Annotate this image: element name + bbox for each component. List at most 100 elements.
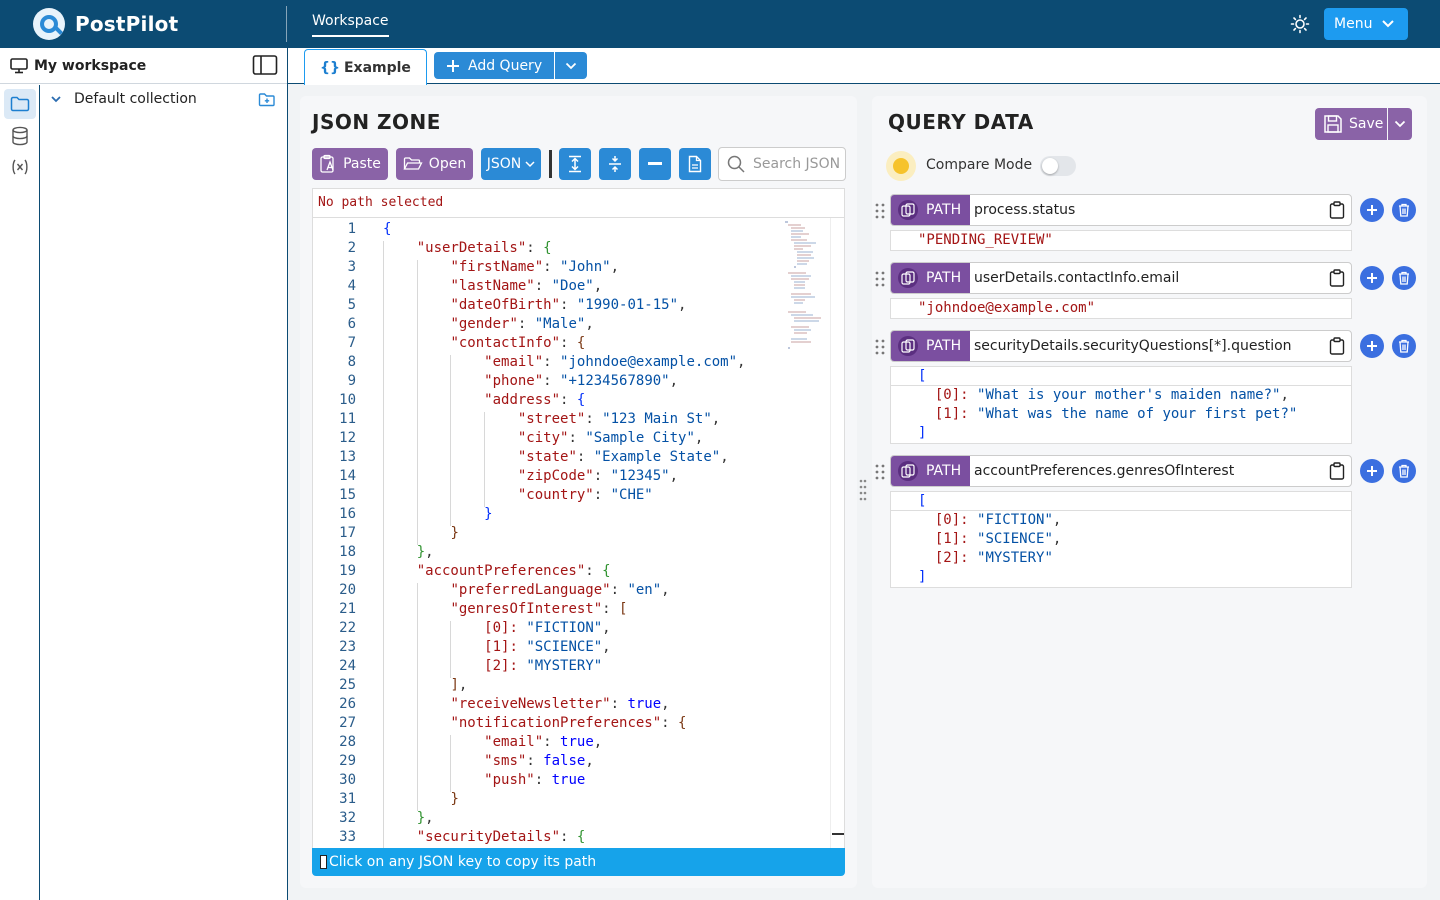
json-key[interactable]: "dateOfBirth" [450,297,560,313]
json-key[interactable]: "accountPreferences" [417,563,586,579]
json-key[interactable]: "preferredLanguage" [450,582,610,598]
json-key[interactable]: "contactInfo" [450,335,560,351]
json-key[interactable]: "lastName" [450,278,534,294]
json-key[interactable]: "city" [518,430,569,446]
json-search-input[interactable]: Search JSON [718,147,846,181]
clipboard-icon[interactable] [1329,201,1345,219]
path-tag[interactable]: PATH [891,195,970,225]
query-path-input[interactable]: accountPreferences.genresOfInterest [974,463,1234,479]
add-query-row-button[interactable] [1360,459,1384,483]
json-value: "SCIENCE" [526,639,603,655]
save-dropdown[interactable] [1388,108,1412,140]
json-key[interactable]: "address" [484,392,560,408]
open-button[interactable]: Open [396,148,473,180]
path-tag[interactable]: PATH [891,263,970,293]
save-button[interactable]: Save [1315,108,1387,140]
delete-query-button[interactable] [1392,266,1416,290]
json-key[interactable]: "zipCode" [518,468,594,484]
brand[interactable]: PostPilot [33,8,178,40]
path-tag[interactable]: PATH [891,456,970,486]
add-query-row-button[interactable] [1360,198,1384,222]
json-key[interactable]: "receiveNewsletter" [450,696,610,712]
json-key[interactable]: [1]: [484,639,526,655]
path-tag-label: PATH [926,202,962,218]
json-key[interactable]: "country" [518,487,594,503]
variables-rail-button[interactable] [4,152,36,182]
json-punct: : [568,430,586,446]
editor-line[interactable]: 1{ [313,220,783,239]
json-value: "+1234567890" [560,373,670,389]
json-key[interactable]: "email" [484,354,543,370]
line-number: 11 [339,411,356,427]
json-key[interactable]: [2]: [484,658,526,674]
json-key[interactable]: "genresOfInterest" [450,601,602,617]
collection-item[interactable]: Default collection [50,91,197,107]
expand-all-button[interactable] [559,148,591,180]
json-punct: : [534,278,552,294]
editor-scrollbar[interactable] [830,218,844,848]
indent-guide [416,260,418,545]
delete-query-button[interactable] [1392,198,1416,222]
sidebar-toggle-icon[interactable] [252,54,278,76]
chevron-down-icon[interactable] [50,95,62,103]
clipboard-icon[interactable] [1329,269,1345,287]
json-key[interactable]: "securityDetails" [417,829,560,845]
clipboard-icon[interactable] [1329,462,1345,480]
json-key[interactable]: [0]: [484,620,526,636]
json-key[interactable]: "gender" [450,316,517,332]
json-key[interactable]: "userDetails" [417,240,527,256]
environments-rail-button[interactable] [4,121,36,151]
line-number: 5 [347,297,356,313]
path-tag[interactable]: PATH [891,331,970,361]
folder-open-icon [403,157,423,170]
compare-mode-toggle[interactable] [1040,156,1076,176]
minus-icon [648,162,662,165]
drag-handle-icon[interactable] [874,463,886,481]
format-select[interactable]: JSON [481,148,541,180]
add-query-row-button[interactable] [1360,266,1384,290]
json-punct: : [526,240,544,256]
minimap[interactable] [781,218,831,358]
add-query-dropdown[interactable] [555,52,587,79]
add-query-label: Add Query [468,57,543,74]
collection-label: Default collection [74,91,197,107]
line-code: "receiveNewsletter": true, [450,695,669,714]
add-query-row-button[interactable] [1360,334,1384,358]
json-key[interactable]: "email" [484,734,543,750]
json-key[interactable]: "push" [484,772,535,788]
drag-handle-icon[interactable] [874,338,886,356]
json-value: false [543,753,586,769]
json-key[interactable]: "phone" [484,373,543,389]
clipboard-icon[interactable] [1329,337,1345,355]
panel-resize-handle[interactable] [858,478,868,506]
collapse-all-button[interactable] [599,148,631,180]
line-number: 2 [347,240,356,256]
json-key[interactable]: "notificationPreferences" [450,715,661,731]
json-key[interactable]: "firstName" [450,259,543,275]
json-key[interactable]: "state" [518,449,577,465]
delete-query-button[interactable] [1392,459,1416,483]
json-key[interactable]: "street" [518,411,585,427]
document-button[interactable] [679,148,711,180]
collections-rail-button[interactable] [4,89,36,119]
sun-icon[interactable] [1290,14,1310,34]
drag-handle-icon[interactable] [874,270,886,288]
query-path-input[interactable]: securityDetails.securityQuestions[*].que… [974,338,1292,354]
add-query-button[interactable]: Add Query [434,52,554,79]
tab-example[interactable]: {} Example [304,49,427,85]
query-path-input[interactable]: userDetails.contactInfo.email [974,270,1179,286]
json-punct: ] [450,677,459,693]
add-folder-icon[interactable] [258,92,276,108]
editor-scroll-thumb[interactable] [832,833,844,835]
delete-query-button[interactable] [1392,334,1416,358]
paste-button[interactable]: Paste [312,148,388,180]
menu-button[interactable]: Menu [1324,8,1408,40]
query-path-input[interactable]: process.status [974,202,1075,218]
trash-icon [1399,339,1409,353]
drag-handle-icon[interactable] [874,202,886,220]
json-key[interactable]: "sms" [484,753,526,769]
database-icon [12,126,28,146]
json-editor[interactable]: 1{2 "userDetails": {3 "firstName": "John",… [312,217,845,849]
workspace-tab[interactable]: Workspace [312,13,389,37]
minify-button[interactable] [639,148,671,180]
